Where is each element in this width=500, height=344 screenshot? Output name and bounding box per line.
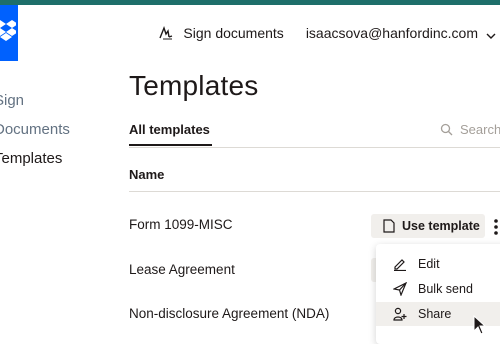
search-icon xyxy=(440,123,453,136)
sidebar-item-templates[interactable]: Templates xyxy=(0,150,62,167)
use-template-label: Use template xyxy=(402,219,480,233)
sidebar-item-documents[interactable]: Documents xyxy=(0,121,70,138)
menu-item-bulk-send[interactable]: Bulk send xyxy=(376,277,500,301)
use-template-button[interactable]: Use template xyxy=(371,214,485,238)
page-title: Templates xyxy=(129,70,259,101)
tab-all-templates-label: All templates xyxy=(129,122,210,137)
more-options-icon[interactable] xyxy=(493,218,499,236)
chevron-down-icon xyxy=(486,28,496,39)
send-icon xyxy=(392,281,408,297)
table-row-name[interactable]: Lease Agreement xyxy=(129,262,235,277)
tab-active-underline xyxy=(129,144,212,146)
tab-row: All templates Search xyxy=(129,120,500,148)
logo[interactable] xyxy=(0,5,18,61)
document-icon xyxy=(383,219,395,233)
header-right: Sign documents isaacsova@hanfordinc.com xyxy=(158,22,500,44)
sidebar-item-sign[interactable]: Sign xyxy=(0,92,24,109)
table-row-name[interactable]: Form 1099-MISC xyxy=(129,217,233,232)
menu-item-label: Edit xyxy=(418,257,440,271)
search-input[interactable]: Search xyxy=(440,122,500,137)
table-row-name[interactable]: Non-disclosure Agreement (NDA) xyxy=(129,306,329,321)
sign-documents-link[interactable]: Sign documents xyxy=(158,25,284,41)
account-menu[interactable]: isaacsova@hanfordinc.com xyxy=(306,25,496,41)
signature-icon xyxy=(158,25,174,41)
add-person-icon xyxy=(393,307,407,321)
menu-item-edit[interactable]: Edit xyxy=(376,252,500,276)
pencil-icon xyxy=(393,257,407,272)
column-header-name[interactable]: Name xyxy=(129,167,164,182)
header-divider xyxy=(129,191,500,192)
mouse-cursor-icon xyxy=(473,315,487,335)
tab-all-templates[interactable]: All templates xyxy=(129,122,212,146)
tab-divider xyxy=(129,147,500,148)
menu-item-label: Share xyxy=(418,307,452,321)
account-email: isaacsova@hanfordinc.com xyxy=(305,25,478,41)
sign-documents-label: Sign documents xyxy=(183,25,284,41)
search-placeholder: Search xyxy=(460,122,500,137)
dropbox-logo-icon xyxy=(0,20,16,41)
menu-item-label: Bulk send xyxy=(418,282,473,296)
top-stripe xyxy=(0,0,500,5)
